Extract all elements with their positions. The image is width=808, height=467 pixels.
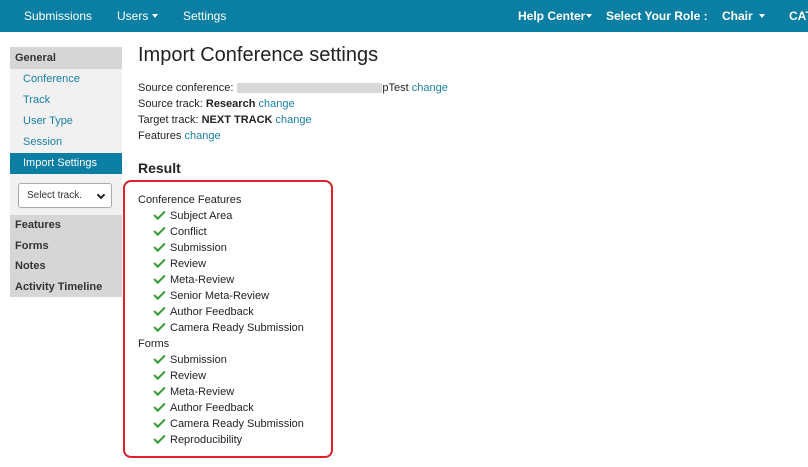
sidebar-item-track[interactable]: Track (10, 90, 122, 111)
check-icon (153, 367, 166, 381)
chevron-down-icon (586, 13, 593, 18)
source-conference-value: pTest (382, 82, 409, 94)
change-target-track-link[interactable]: change (276, 114, 312, 126)
chevron-down-icon (758, 13, 765, 18)
settings-sidebar: General Conference Track User Type Sessi… (10, 47, 122, 297)
features-line: Features change (138, 130, 221, 142)
change-source-track-link[interactable]: change (258, 98, 294, 110)
source-track-label: Source track: (138, 98, 203, 110)
role-dropdown-label: Chair (722, 9, 753, 23)
result-item: Subject Area (153, 207, 233, 222)
check-icon (153, 255, 166, 269)
track-select[interactable]: Select track. (18, 183, 112, 208)
check-icon (153, 207, 166, 221)
check-icon (153, 383, 166, 397)
page-title: Import Conference settings (138, 44, 379, 66)
conference-features-heading: Conference Features (138, 194, 242, 206)
result-item-label: Review (170, 370, 207, 382)
check-icon (153, 351, 166, 365)
check-icon (153, 271, 166, 285)
top-navbar: Submissions Users Settings Help Center S… (0, 0, 808, 32)
sidebar-item-conference[interactable]: Conference (10, 69, 122, 90)
result-item-label: Author Feedback (170, 306, 254, 318)
result-item: Camera Ready Submission (153, 415, 304, 430)
result-item: Author Feedback (153, 303, 254, 318)
result-item: Conflict (153, 223, 207, 238)
features-label: Features (138, 130, 182, 142)
sidebar-header-general: General (10, 47, 122, 69)
result-item: Review (153, 255, 207, 270)
result-item-label: Senior Meta-Review (170, 290, 270, 302)
chevron-down-icon (152, 13, 159, 18)
nav-help-center-label: Help Center (518, 9, 586, 23)
check-icon (153, 431, 166, 445)
result-heading: Result (138, 160, 181, 176)
result-item: Meta-Review (153, 271, 235, 286)
result-item-label: Submission (170, 242, 227, 254)
sidebar-general-links: Conference Track User Type Session Impor… (10, 69, 122, 215)
sidebar-item-activity-timeline[interactable]: Activity Timeline (10, 277, 122, 298)
result-item-label: Subject Area (170, 210, 233, 222)
track-select-wrapper: Select track. (10, 174, 122, 215)
change-source-conference-link[interactable]: change (412, 82, 448, 94)
chevron-down-icon (96, 190, 106, 200)
check-icon (153, 223, 166, 237)
result-item-label: Meta-Review (170, 386, 235, 398)
sidebar-item-import-settings[interactable]: Import Settings (10, 153, 122, 174)
nav-help-center[interactable]: Help Center (518, 0, 593, 32)
check-icon (153, 319, 166, 333)
nav-users[interactable]: Users (117, 0, 159, 32)
result-item-label: Meta-Review (170, 274, 235, 286)
target-track-line: Target track: NEXT TRACK change (138, 114, 312, 126)
target-track-value: NEXT TRACK (201, 114, 273, 126)
role-dropdown[interactable]: Chair (722, 0, 765, 32)
check-icon (153, 399, 166, 413)
track-select-value: Select track. (27, 190, 83, 201)
redacted-conference-name (237, 83, 383, 94)
check-icon (153, 287, 166, 301)
result-item-label: Conflict (170, 226, 207, 238)
check-icon (153, 415, 166, 429)
check-icon (153, 303, 166, 317)
result-item-label: Submission (170, 354, 227, 366)
sidebar-item-session[interactable]: Session (10, 132, 122, 153)
result-item-label: Review (170, 258, 207, 270)
source-conference-line: Source conference: pTest change (138, 82, 448, 94)
sidebar-sections: Features Forms Notes Activity Timeline (10, 215, 122, 297)
target-track-label: Target track: (138, 114, 199, 126)
nav-overflow-item[interactable]: CAT (789, 0, 808, 32)
nav-users-label: Users (117, 9, 149, 23)
nav-submissions[interactable]: Submissions (24, 0, 92, 32)
result-item: Senior Meta-Review (153, 287, 270, 302)
result-item: Submission (153, 239, 227, 254)
source-conference-label: Source conference: (138, 82, 234, 94)
result-item-label: Author Feedback (170, 402, 254, 414)
check-icon (153, 239, 166, 253)
forms-heading: Forms (138, 338, 170, 350)
result-item: Author Feedback (153, 399, 254, 414)
sidebar-item-features[interactable]: Features (10, 215, 122, 236)
source-track-value: Research (205, 98, 256, 110)
result-item-label: Reproducibility (170, 434, 243, 446)
result-item-label: Camera Ready Submission (170, 322, 304, 334)
result-item: Review (153, 367, 207, 382)
result-item: Meta-Review (153, 383, 235, 398)
result-item-label: Camera Ready Submission (170, 418, 304, 430)
result-item: Reproducibility (153, 431, 243, 446)
sidebar-item-forms[interactable]: Forms (10, 236, 122, 257)
sidebar-item-user-type[interactable]: User Type (10, 111, 122, 132)
result-item: Submission (153, 351, 227, 366)
source-track-line: Source track: Research change (138, 98, 295, 110)
nav-settings[interactable]: Settings (183, 0, 226, 32)
sidebar-item-notes[interactable]: Notes (10, 256, 122, 277)
change-features-link[interactable]: change (184, 130, 220, 142)
select-role-label: Select Your Role : (606, 9, 708, 23)
result-item: Camera Ready Submission (153, 319, 304, 334)
